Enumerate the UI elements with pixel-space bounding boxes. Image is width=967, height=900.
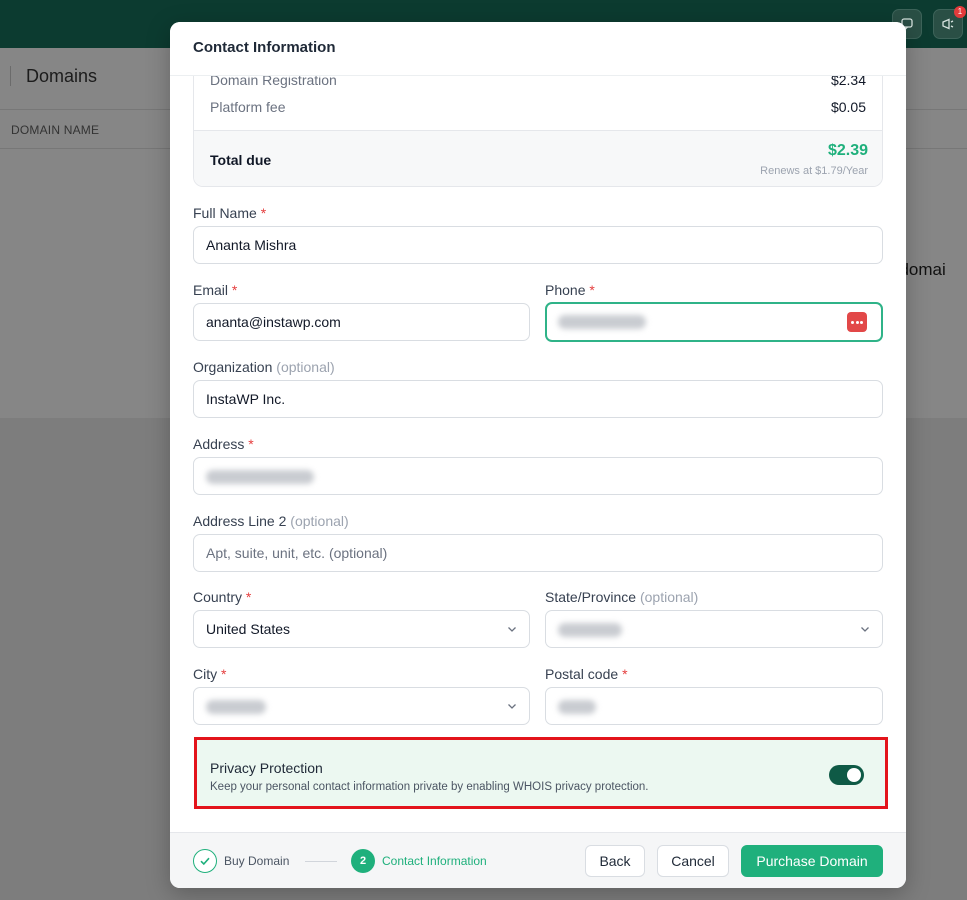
redacted-value [558,315,646,330]
required-marker: * [221,666,227,682]
field-label-text: State/Province [545,589,637,605]
field-label-text: Address [193,436,245,452]
check-icon [200,857,210,866]
chevron-down-icon [508,627,516,632]
privacy-title: Privacy Protection [210,760,323,776]
address-input[interactable] [193,457,883,495]
privacy-description: Keep your personal contact information p… [210,781,649,793]
renewal-note: Renews at $1.79/Year [760,165,868,177]
country-label: Country * [193,589,251,605]
postal-code-label: Postal code * [545,666,628,682]
privacy-protection-panel: Privacy Protection Keep your personal co… [194,737,888,809]
field-label-text: Phone [545,282,586,298]
address-line2-label: Address Line 2 (optional) [193,513,349,529]
summary-total: Total due $2.39 Renews at $1.79/Year [194,130,882,186]
step-completed-check-icon [193,849,217,873]
field-label-text: Country [193,589,243,605]
column-header-domain-name: DOMAIN NAME [11,123,100,137]
notification-badge: 1 [954,6,966,18]
address-line2-input[interactable]: Apt, suite, unit, etc. (optional) [193,534,883,572]
state-select[interactable] [545,610,883,648]
full-name-input[interactable]: Ananta Mishra [193,226,883,264]
address-label: Address * [193,436,254,452]
email-label: Email * [193,282,237,298]
step-connector [305,861,337,862]
megaphone-icon [942,18,954,30]
required-marker: * [260,205,267,221]
state-label: State/Province (optional) [545,589,698,605]
modal-footer: Buy Domain 2 Contact Information Back Ca… [170,832,906,888]
redacted-value [206,700,266,715]
postal-code-input[interactable] [545,687,883,725]
announcement-icon-button[interactable]: 1 [933,6,966,39]
phone-label: Phone * [545,282,595,298]
optional-marker: (optional) [639,589,699,605]
required-marker: * [231,282,238,298]
order-summary: Domain Registration $2.34 Platform fee $… [193,62,883,187]
field-label-text: Full Name [193,205,257,221]
step-buy-domain: Buy Domain [224,854,290,868]
full-name-label: Full Name * [193,205,266,221]
page-title: Domains [26,66,98,86]
required-marker: * [589,282,595,298]
privacy-toggle[interactable] [829,765,864,785]
cancel-button[interactable]: Cancel [657,845,729,877]
city-select[interactable] [193,687,530,725]
organization-input[interactable]: InstaWP Inc. [193,380,883,418]
field-label-text: Postal code [545,666,619,682]
modal-header: Contact Information [170,22,906,75]
required-marker: * [245,589,252,605]
required-marker: * [622,666,628,682]
chevron-down-icon [861,627,869,632]
optional-marker: (optional) [290,513,349,529]
modal-header-divider [170,75,906,76]
summary-label: Platform fee [210,99,286,115]
redacted-value [206,470,314,485]
redacted-value [558,623,622,638]
city-label: City * [193,666,226,682]
field-label-text: City [193,666,218,682]
summary-row-platform-fee: Platform fee $0.05 [210,99,866,115]
redacted-value [558,700,596,715]
total-amount: $2.39 [827,142,868,159]
chevron-down-icon [508,704,516,709]
header-divider [10,66,11,86]
country-select-value: United States [206,621,291,637]
field-label-text: Email [193,282,229,298]
country-select[interactable]: United States [193,610,530,648]
modal-title: Contact Information [193,39,336,56]
step-number-badge: 2 [351,849,375,873]
toggle-knob [847,768,861,782]
summary-value: $0.05 [830,99,866,115]
total-label: Total due [210,152,272,168]
back-button[interactable]: Back [585,845,645,877]
field-label-text: Organization [193,359,273,375]
phone-input[interactable] [545,302,883,342]
required-marker: * [248,436,254,452]
password-manager-icon[interactable] [847,312,867,332]
organization-label: Organization (optional) [193,359,335,375]
purchase-domain-button[interactable]: Purchase Domain [741,845,883,877]
contact-information-modal: Domain Registration $2.34 Platform fee $… [170,22,906,888]
step-contact-information: Contact Information [382,854,487,868]
field-label-text: Address Line 2 [193,513,287,529]
optional-marker: (optional) [276,359,335,375]
email-input[interactable]: ananta@instawp.com [193,303,530,341]
